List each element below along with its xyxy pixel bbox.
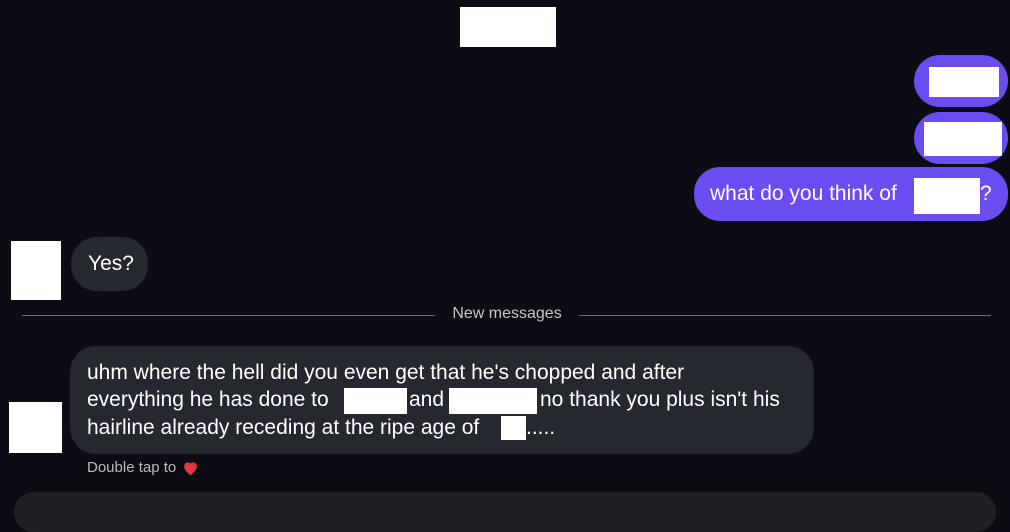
- double-tap-hint: Double tap to: [87, 459, 199, 476]
- message-redacted: [344, 388, 407, 414]
- message-text: no thank you plus isn't his: [540, 388, 780, 411]
- outgoing-message-bubble[interactable]: [914, 112, 1008, 164]
- incoming-message-bubble[interactable]: Yes?: [71, 237, 148, 291]
- message-text: and: [409, 388, 445, 411]
- message-text: hairline already receding at the ripe ag…: [87, 416, 480, 439]
- divider-line: [22, 315, 435, 316]
- message-text: .....: [526, 416, 556, 439]
- message-redacted: [914, 178, 980, 214]
- message-text: what do you think of: [710, 182, 897, 205]
- avatar[interactable]: [9, 402, 62, 453]
- incoming-message-bubble[interactable]: uhm where the hell did you even get that…: [70, 346, 814, 454]
- outgoing-message-bubble[interactable]: [914, 55, 1008, 107]
- message-composer[interactable]: [14, 492, 996, 532]
- contact-name-redacted: [460, 7, 556, 47]
- message-text: Yes?: [88, 252, 134, 275]
- message-text: uhm where the hell did you even get that…: [87, 361, 685, 384]
- divider-line: [579, 315, 991, 316]
- message-text: ?: [980, 182, 992, 205]
- avatar[interactable]: [11, 241, 61, 300]
- message-redacted: [929, 67, 999, 97]
- message-redacted: [449, 388, 537, 414]
- message-text: everything he has done to: [87, 388, 329, 411]
- double-tap-label: Double tap to: [87, 459, 177, 476]
- outgoing-message-bubble[interactable]: what do you think of ?: [694, 167, 1008, 221]
- heart-icon: [184, 461, 198, 475]
- message-redacted: [924, 122, 1002, 156]
- message-redacted: [501, 416, 526, 440]
- new-messages-divider: New messages: [452, 305, 562, 322]
